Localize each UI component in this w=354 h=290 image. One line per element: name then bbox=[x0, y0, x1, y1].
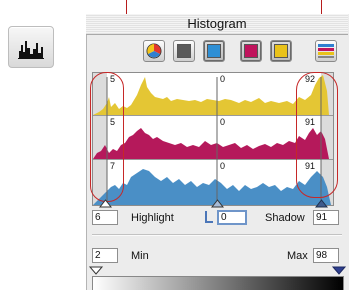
midpoint-slider-handle[interactable] bbox=[210, 199, 225, 208]
highlight-label: Highlight bbox=[131, 212, 174, 224]
shadow-column-callout bbox=[296, 72, 338, 198]
magenta-mid-value: 0 bbox=[220, 117, 226, 127]
highlight-column-callout bbox=[90, 72, 124, 202]
all-channels-button[interactable] bbox=[143, 40, 165, 62]
yellow-histogram bbox=[93, 75, 329, 115]
panel-title[interactable]: Histogram bbox=[86, 14, 348, 35]
highlight-input[interactable]: 6 bbox=[92, 210, 118, 225]
yellow-square-icon bbox=[274, 44, 288, 58]
black-square-icon bbox=[177, 44, 191, 58]
yellow-channel-button[interactable] bbox=[270, 40, 292, 62]
magenta-square-icon bbox=[244, 44, 258, 58]
cyan-channel-button[interactable] bbox=[203, 40, 225, 62]
section-divider bbox=[92, 234, 342, 236]
midpoint-input[interactable]: 0 bbox=[217, 210, 247, 225]
shadow-slider-handle[interactable] bbox=[314, 199, 329, 208]
highlight-slider-handle[interactable] bbox=[98, 199, 113, 208]
magenta-histogram bbox=[93, 128, 329, 159]
histogram-tool-button[interactable] bbox=[8, 26, 54, 68]
slider-track bbox=[98, 199, 329, 208]
levels-icon bbox=[318, 44, 334, 58]
shadow-label: Shadow bbox=[265, 212, 305, 224]
magenta-channel-button[interactable] bbox=[240, 40, 262, 62]
cyan-mid-value: 0 bbox=[220, 161, 226, 171]
cyan-square-icon bbox=[207, 44, 221, 58]
max-output-handle[interactable] bbox=[331, 266, 347, 275]
shadow-input[interactable]: 91 bbox=[313, 210, 339, 225]
midpoint-icon bbox=[204, 210, 214, 224]
black-channel-button[interactable] bbox=[173, 40, 195, 62]
levels-button[interactable] bbox=[315, 40, 337, 62]
color-wheel-icon bbox=[146, 43, 162, 59]
histogram-icon bbox=[18, 41, 44, 59]
min-output-handle[interactable] bbox=[88, 266, 104, 275]
min-label: Min bbox=[131, 250, 149, 262]
max-label: Max bbox=[287, 250, 308, 262]
output-gradient-bar bbox=[92, 276, 344, 290]
max-input[interactable]: 98 bbox=[313, 248, 339, 263]
output-markers bbox=[88, 266, 347, 275]
yellow-mid-value: 0 bbox=[220, 74, 226, 84]
min-input[interactable]: 2 bbox=[92, 248, 118, 263]
